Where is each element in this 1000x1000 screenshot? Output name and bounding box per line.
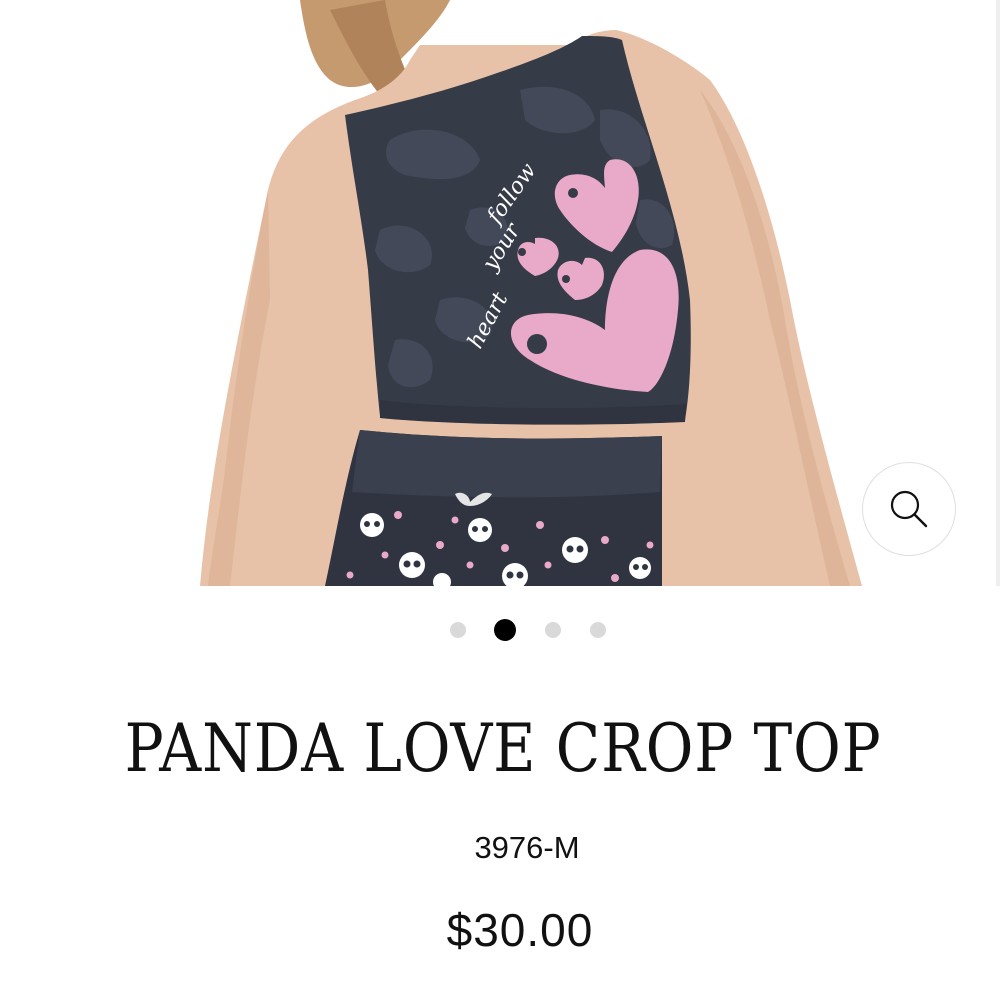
gallery-pagination [0, 619, 1000, 641]
leggings [325, 430, 662, 586]
gallery-dot-1[interactable] [450, 622, 466, 638]
product-price: $30.00 [446, 904, 594, 956]
product-image[interactable]: follow your heart [0, 0, 1000, 586]
magnifier-icon [890, 490, 928, 528]
product-sku: 3976-M [474, 830, 580, 865]
gallery-dot-2[interactable] [494, 619, 516, 641]
gallery-dot-4[interactable] [590, 622, 606, 638]
product-title: PANDA LOVE CROP TOP [124, 710, 882, 787]
gallery-dot-3[interactable] [545, 622, 561, 638]
zoom-button[interactable] [862, 462, 956, 556]
